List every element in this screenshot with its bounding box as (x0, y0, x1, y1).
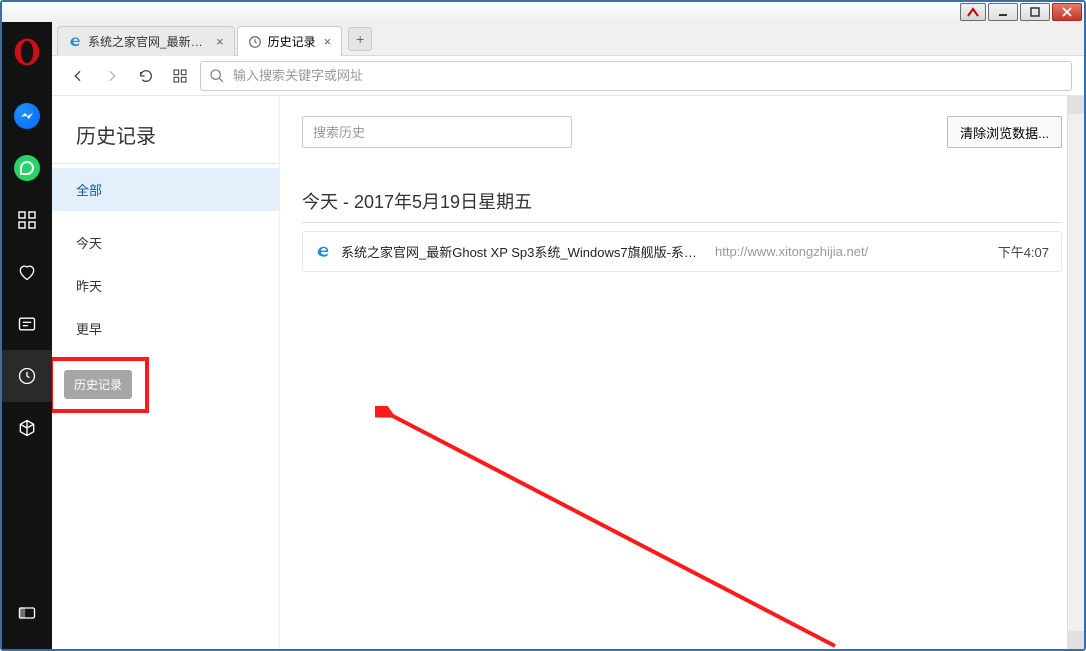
sidebar-messenger[interactable] (2, 90, 52, 142)
new-tab-button[interactable]: + (348, 27, 372, 51)
tab-close-button[interactable]: × (214, 34, 226, 49)
sidebar-news[interactable] (2, 298, 52, 350)
sidebar-bookmarks[interactable] (2, 246, 52, 298)
tab-history[interactable]: 历史记录 × (237, 26, 343, 56)
left-sidebar (2, 22, 52, 649)
annotation-arrow (375, 406, 855, 649)
window-close-button[interactable] (1052, 3, 1082, 21)
history-entry-time: 下午4:07 (998, 242, 1049, 261)
navigation-toolbar (52, 56, 1084, 96)
grid-icon (172, 68, 188, 84)
clock-icon (16, 365, 38, 387)
sidebar-history[interactable] (2, 350, 52, 402)
cube-icon (16, 417, 38, 439)
sidebar-whatsapp[interactable] (2, 142, 52, 194)
vertical-scrollbar[interactable] (1067, 96, 1084, 649)
back-button[interactable] (64, 62, 92, 90)
search-icon (209, 68, 225, 84)
history-page-title: 历史记录 (52, 120, 279, 163)
sidebar-speed-dial[interactable] (2, 194, 52, 246)
history-day-header: 今天 - 2017年5月19日星期五 (302, 188, 1062, 223)
history-sidebar: 历史记录 全部 今天 昨天 更早 历史记录 (52, 96, 280, 649)
window-maximize-button[interactable] (1020, 3, 1050, 21)
tab-close-button[interactable]: × (322, 34, 334, 49)
history-entry[interactable]: 系统之家官网_最新Ghost XP Sp3系统_Windows7旗舰版-系统之家… (302, 231, 1062, 272)
site-favicon-icon (68, 35, 82, 49)
window-minimize-button[interactable] (988, 3, 1018, 21)
whatsapp-icon (14, 155, 40, 181)
address-bar[interactable] (200, 61, 1072, 91)
forward-button[interactable] (98, 62, 126, 90)
news-icon (16, 313, 38, 335)
speed-dial-button[interactable] (166, 62, 194, 90)
annotation-red-box (52, 357, 149, 413)
page-content: 历史记录 全部 今天 昨天 更早 历史记录 清除浏览数据... (52, 96, 1084, 649)
heart-icon (16, 261, 38, 283)
history-entry-url: http://www.xitongzhijia.net/ (715, 244, 988, 259)
panel-icon (16, 602, 38, 624)
opera-logo-icon (13, 38, 41, 66)
tab-title: 历史记录 (268, 33, 316, 50)
tab-title: 系统之家官网_最新Ghost (88, 33, 208, 50)
tab-xitong[interactable]: 系统之家官网_最新Ghost × (57, 26, 235, 56)
sidebar-toggle[interactable] (2, 587, 52, 639)
history-filter-yesterday[interactable]: 昨天 (52, 264, 279, 307)
sidebar-extensions[interactable] (2, 402, 52, 454)
history-filter-older[interactable]: 更早 (52, 307, 279, 350)
window-opera-menu-button[interactable] (960, 3, 986, 21)
site-favicon-icon (315, 244, 331, 260)
history-filter-all[interactable]: 全部 (52, 168, 279, 211)
reload-button[interactable] (132, 62, 160, 90)
window-titlebar (2, 2, 1084, 22)
history-search-input[interactable] (302, 116, 572, 148)
history-filter-today[interactable]: 今天 (52, 221, 279, 264)
grid-icon (16, 209, 38, 231)
plus-icon: + (356, 31, 364, 47)
history-entry-title: 系统之家官网_最新Ghost XP Sp3系统_Windows7旗舰版-系统之家… (341, 242, 701, 261)
history-tooltip: 历史记录 (64, 370, 132, 399)
clear-browsing-data-button[interactable]: 清除浏览数据... (947, 116, 1062, 148)
address-input[interactable] (233, 68, 1063, 83)
divider (52, 163, 279, 164)
chevron-left-icon (70, 68, 86, 84)
messenger-icon (14, 103, 40, 129)
chevron-right-icon (104, 68, 120, 84)
opera-menu-button[interactable] (2, 26, 52, 78)
reload-icon (138, 68, 154, 84)
history-main: 清除浏览数据... 今天 - 2017年5月19日星期五 系统之家官网_最新Gh… (280, 96, 1084, 649)
clock-favicon-icon (248, 35, 262, 49)
tab-strip: 系统之家官网_最新Ghost × 历史记录 × + (52, 22, 1084, 56)
